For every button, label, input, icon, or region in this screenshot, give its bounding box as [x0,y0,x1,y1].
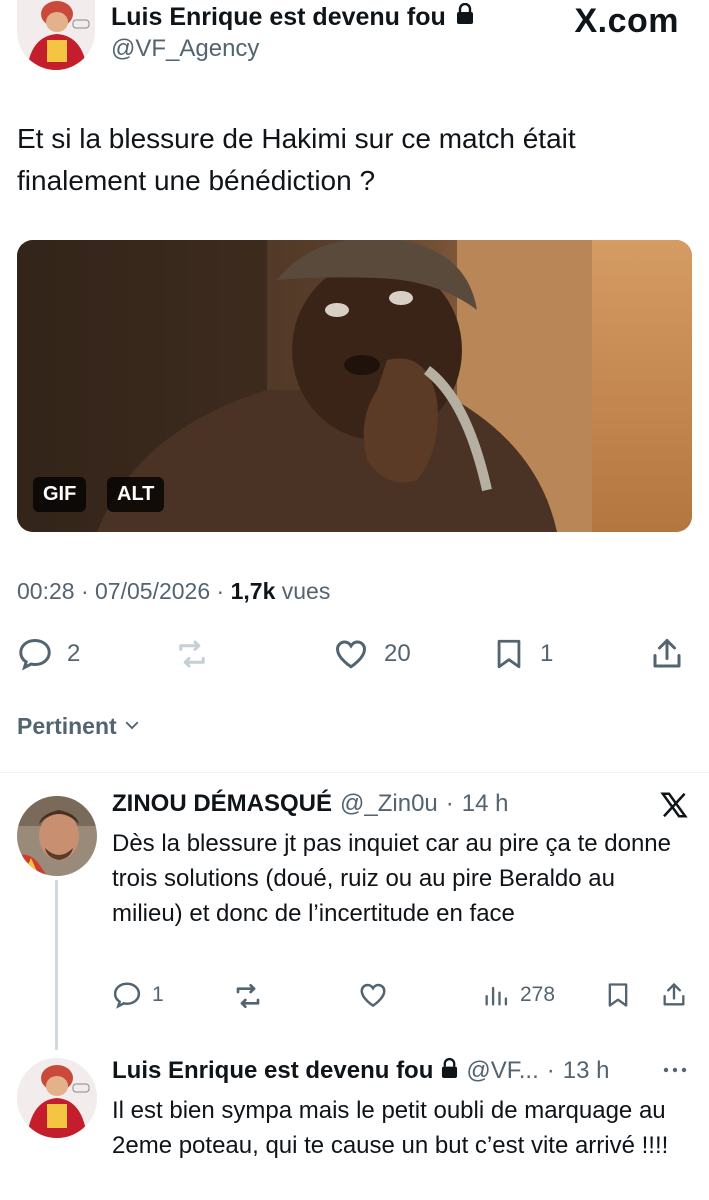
tweet-text: Et si la blessure de Hakimi sur ce match… [17,123,576,196]
reply-avatar[interactable] [17,1058,97,1138]
like-button[interactable]: 20 [332,636,411,672]
meta-separator: · [80,578,96,604]
reply-button[interactable]: 1 [112,980,164,1010]
author-handle[interactable]: @VF_Agency [111,35,259,63]
reply-header: Luis Enrique est devenu fou @VF... · 13 … [112,1057,657,1085]
reply-time[interactable]: 13 h [563,1057,610,1085]
tweet-actions: 2 20 1 [17,632,692,678]
author-name-row[interactable]: Luis Enrique est devenu fou [111,2,474,32]
lock-icon [441,1057,458,1084]
reply-author-handle[interactable]: @VF... [466,1057,538,1085]
tweet-time[interactable]: 00:28 [17,578,75,604]
site-label: X.com [574,2,679,40]
chevron-down-icon [123,713,141,740]
views-button[interactable]: 278 [482,980,555,1010]
tweet-meta: 00:28 · 07/05/2026 · 1,7k vues [17,578,330,605]
reply-count: 1 [152,983,164,1006]
bookmark-button[interactable]: 1 [492,636,553,672]
views-label: vues [281,578,331,604]
reply-icon [112,980,142,1010]
reply-header: ZINOU DÉMASQUÉ @_Zin0u · 14 h [112,790,672,818]
meta-separator: · [216,578,231,604]
views-count: 278 [520,983,556,1006]
reply-time[interactable]: 14 h [462,790,509,818]
reply-author-handle[interactable]: @_Zin0u [340,790,438,818]
like-count: 20 [384,640,411,667]
repost-icon [174,636,210,672]
more-icon[interactable] [661,1060,689,1085]
views-icon [482,980,510,1010]
repost-icon [232,980,264,1012]
repost-button[interactable] [232,980,264,1012]
share-button[interactable] [660,980,688,1010]
divider [0,772,709,773]
lock-icon [456,2,474,32]
like-button[interactable] [357,980,389,1010]
reply-count: 2 [67,640,81,667]
repost-button[interactable] [174,636,210,672]
meta-separator: · [445,790,454,817]
share-icon [649,636,685,672]
thread-connector [55,880,58,1050]
share-icon [660,980,688,1010]
reply-author-name[interactable]: ZINOU DÉMASQUÉ [112,790,332,818]
bookmark-icon [492,636,526,672]
author-avatar[interactable] [17,0,95,70]
reply-actions: 1 278 [112,978,692,1018]
bookmark-button[interactable] [604,980,632,1010]
reply-button[interactable]: 2 [17,636,80,672]
gif-badge: GIF [33,477,87,512]
heart-icon [332,636,370,672]
sort-label: Pertinent [17,713,117,739]
tweet-date[interactable]: 07/05/2026 [95,578,210,604]
views-count: 1,7k [230,578,276,604]
x-logo-icon [659,790,689,825]
share-button[interactable] [649,636,685,672]
reply-text: Dès la blessure jt pas inquiet car au pi… [112,830,671,927]
reply-text: Il est bien sympa mais le petit oubli de… [112,1097,669,1159]
site-watermark: X.com [574,2,679,41]
reply-icon [17,636,53,672]
alt-badge[interactable]: ALT [107,477,165,512]
reply-author-name[interactable]: Luis Enrique est devenu fou [112,1057,433,1085]
tweet-media-gif[interactable]: GIF ALT [17,240,692,532]
reply-avatar[interactable] [17,796,97,876]
meta-separator: · [546,1057,555,1084]
heart-icon [357,980,389,1010]
bookmark-icon [604,980,632,1010]
author-name[interactable]: Luis Enrique est devenu fou [111,3,446,32]
bookmark-count: 1 [540,640,554,667]
sort-dropdown[interactable]: Pertinent [17,713,141,740]
